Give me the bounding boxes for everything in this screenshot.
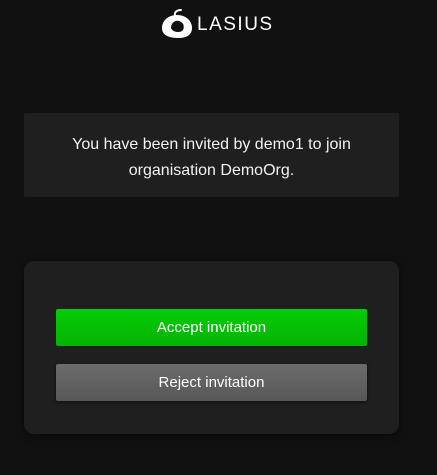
reject-invitation-button[interactable]: Reject invitation: [56, 364, 367, 401]
invitation-message: You have been invited by demo1 to join o…: [24, 113, 399, 197]
lasius-logo-icon: [162, 9, 192, 38]
invitation-line-2: organisation DemoOrg.: [128, 162, 295, 179]
accept-invitation-button[interactable]: Accept invitation: [56, 309, 367, 346]
invitation-actions-card: Accept invitation Reject invitation: [24, 261, 399, 434]
logo-text: LASIUS: [197, 14, 274, 35]
invitation-line-1: You have been invited by demo1 to join: [72, 136, 351, 153]
lasius-logo: LASIUS: [158, 8, 272, 40]
